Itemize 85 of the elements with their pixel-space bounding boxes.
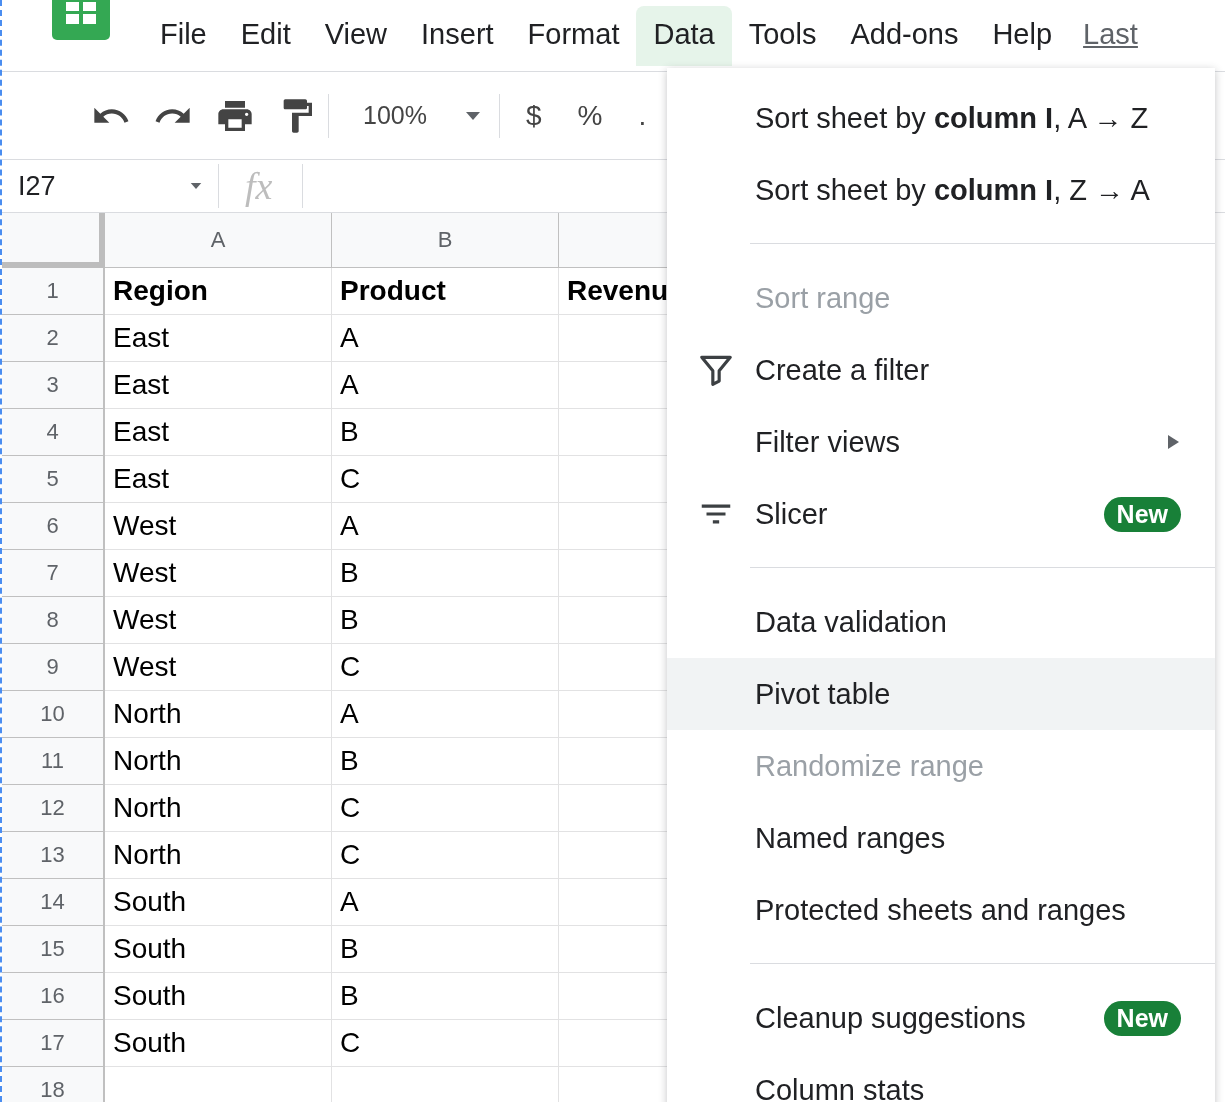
table-cell: B [332,409,559,456]
zoom-value[interactable]: 100% [363,101,427,130]
last-edit-link[interactable]: Last [1083,18,1138,50]
row-header[interactable]: 8 [2,597,105,644]
row-header[interactable]: 11 [2,738,105,785]
row-header[interactable]: 2 [2,315,105,362]
menu-option[interactable]: Cleanup suggestions New [667,982,1215,1054]
table-cell: South [105,926,332,973]
menu-option[interactable]: Sort sheet by column I, Z → A [667,154,1215,226]
table-cell: Product [332,268,559,315]
table-cell: A [332,362,559,409]
table-cell: B [332,973,559,1020]
table-cell: South [105,879,332,926]
table-cell: East [105,315,332,362]
table-cell: Region [105,268,332,315]
new-badge: New [1103,496,1181,532]
menu-option[interactable]: Slicer New [667,478,1215,550]
table-cell: C [332,785,559,832]
formula-label: fx [245,164,273,208]
table-cell: West [105,503,332,550]
menu-option[interactable]: Column stats [667,1054,1215,1102]
table-cell: East [105,409,332,456]
cell-reference[interactable]: I27 [18,170,190,202]
table-cell: A [332,315,559,362]
table-cell: C [332,644,559,691]
table-cell: A [332,503,559,550]
table-cell: East [105,362,332,409]
menu-item[interactable]: Format [510,6,637,66]
menu-option[interactable]: Filter views [667,406,1215,478]
menu-option[interactable]: Data validation [667,586,1215,658]
table-cell: West [105,644,332,691]
row-header[interactable]: 6 [2,503,105,550]
table-cell: South [105,973,332,1020]
table-cell: C [332,832,559,879]
table-cell: North [105,785,332,832]
table-cell: North [105,832,332,879]
row-header[interactable]: 14 [2,879,105,926]
row-header[interactable]: 15 [2,926,105,973]
table-cell: B [332,597,559,644]
table-cell: East [105,456,332,503]
table-cell: West [105,597,332,644]
table-cell: B [332,926,559,973]
table-cell: B [332,738,559,785]
row-header[interactable]: 17 [2,1020,105,1067]
menu-item[interactable]: Insert [404,6,511,66]
column-header[interactable]: B [332,213,559,268]
table-cell: South [105,1020,332,1067]
table-cell: West [105,550,332,597]
table-cell: North [105,691,332,738]
row-header[interactable]: 9 [2,644,105,691]
decimal-format-button[interactable]: . [638,99,647,132]
table-cell: B [332,550,559,597]
row-header[interactable]: 1 [2,268,105,315]
table-cell: A [332,691,559,738]
row-header[interactable]: 18 [2,1067,105,1102]
column-header[interactable]: A [105,213,332,268]
menu-item[interactable]: Data [636,6,732,66]
menu-item[interactable]: File [143,6,224,66]
menu-option[interactable]: Protected sheets and ranges [667,874,1215,946]
row-header[interactable]: 10 [2,691,105,738]
row-header[interactable]: 5 [2,456,105,503]
row-header[interactable]: 3 [2,362,105,409]
menu-option[interactable]: Sort sheet by column I, A → Z [667,82,1215,154]
menu-item[interactable]: Edit [223,6,308,66]
row-header[interactable]: 12 [2,785,105,832]
row-header[interactable]: 7 [2,550,105,597]
percent-format-button[interactable]: % [577,99,603,132]
table-cell: A [332,879,559,926]
currency-format-button[interactable]: $ [525,99,542,132]
menu-item[interactable]: Add-ons [833,6,976,66]
menu-item[interactable]: Tools [731,6,834,66]
menu-item[interactable]: Help [975,6,1070,66]
row-header[interactable]: 4 [2,409,105,456]
sheets-logo-icon[interactable] [52,0,110,40]
menu-item[interactable]: View [307,6,405,66]
table-cell: C [332,456,559,503]
table-cell: North [105,738,332,785]
menu-option[interactable]: Named ranges [667,802,1215,874]
row-header[interactable]: 16 [2,973,105,1020]
menu-option[interactable]: Create a filter [667,334,1215,406]
new-badge: New [1103,1000,1181,1036]
table-cell: C [332,1020,559,1067]
submenu-arrow-icon [1165,434,1181,450]
row-header[interactable]: 13 [2,832,105,879]
menu-option[interactable]: Pivot table [667,658,1215,730]
